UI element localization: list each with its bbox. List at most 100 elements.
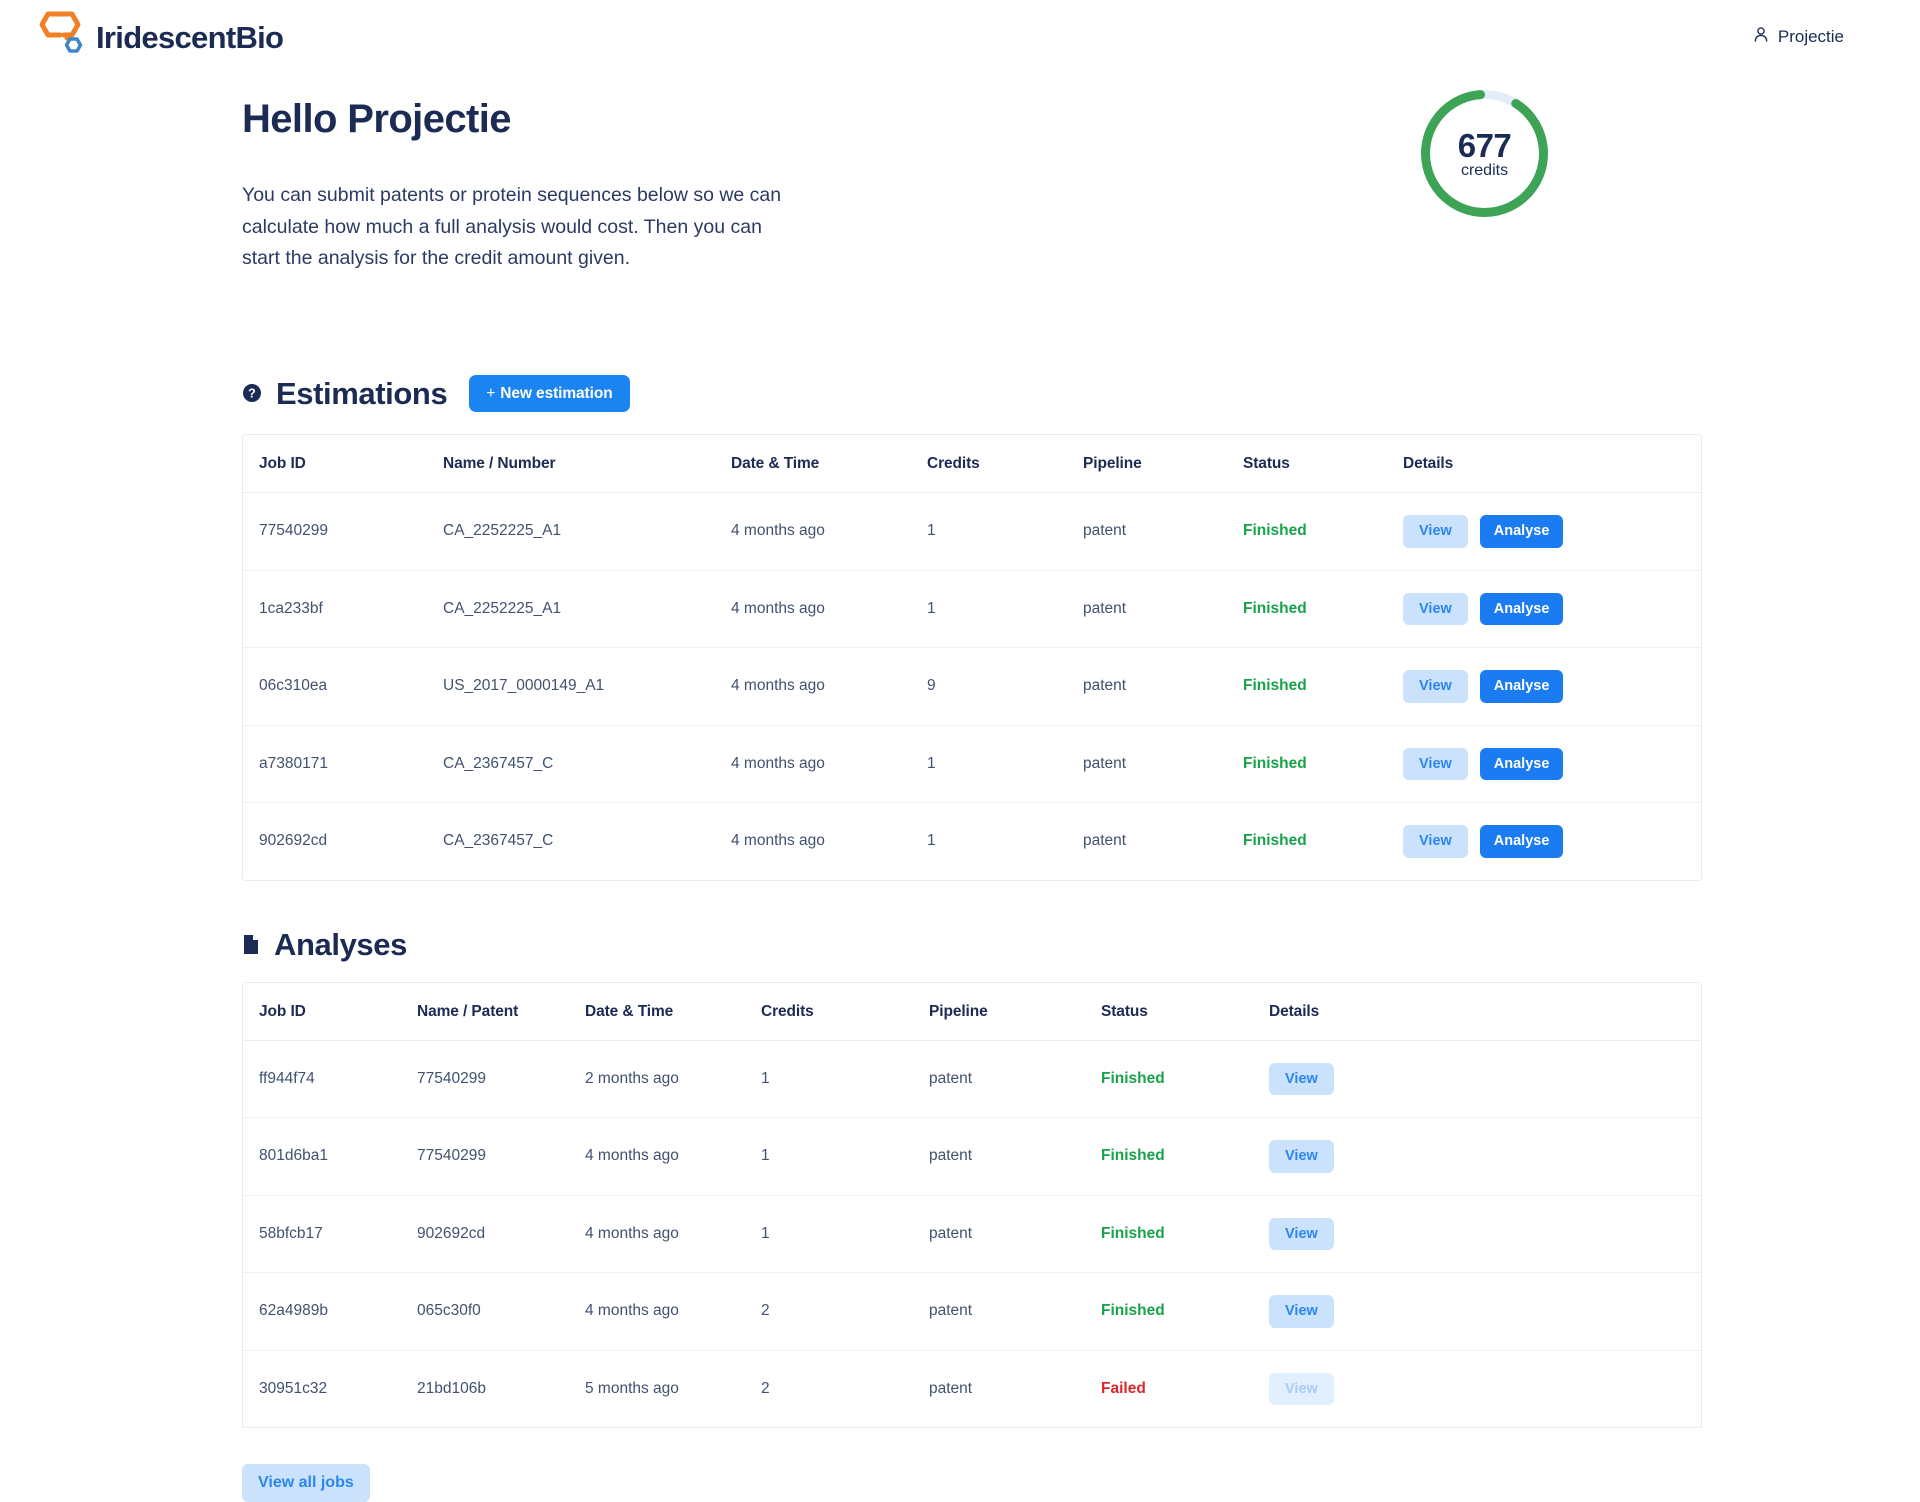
- cell-datetime: 4 months ago: [731, 832, 825, 850]
- cell-status: Finished: [1243, 570, 1403, 649]
- analyses-table-container: Job ID Name / Patent Date & Time Credits…: [242, 981, 1702, 1429]
- analyse-button[interactable]: Analyse: [1479, 592, 1564, 626]
- col-status: Status: [1101, 982, 1269, 1041]
- view-button[interactable]: View: [1403, 592, 1468, 626]
- cell-credits: 1: [927, 570, 1083, 649]
- cell-name: CA_2367457_C: [443, 832, 554, 850]
- col-credits: Credits: [927, 435, 1083, 494]
- cell-name: 065c30f0: [417, 1272, 585, 1351]
- cell-credits: 2: [761, 1379, 770, 1397]
- cell-job-id: 58bfcb17: [243, 1195, 417, 1274]
- cell-pipeline: patent: [929, 1195, 1101, 1274]
- table-row: 1ca233bf CA_2252225_A1 4 months ago 1 patent…: [243, 570, 1701, 649]
- view-button[interactable]: View: [1403, 747, 1468, 781]
- view-button[interactable]: View: [1269, 1062, 1334, 1096]
- cell-job-id: 77540299: [243, 492, 443, 571]
- view-button[interactable]: View: [1269, 1295, 1334, 1328]
- cell-credits: 1: [927, 832, 936, 850]
- table-header-row: Job ID Name / Number Date & Time Credits…: [243, 435, 1701, 494]
- cell-pipeline: patent: [929, 1272, 1101, 1351]
- col-details: Details: [1269, 982, 1701, 1041]
- cell-details: View: [1269, 1117, 1701, 1196]
- view-button[interactable]: View: [1269, 1217, 1334, 1251]
- estimations-section: ? Estimations + New estimation Job ID Nam…: [242, 374, 1920, 881]
- cell-pipeline: patent: [1083, 832, 1127, 850]
- cell-details: View: [1269, 1195, 1701, 1274]
- top-bar: IridescentBio Projectie: [0, 0, 1920, 74]
- cell-job-id: ff944f74: [243, 1040, 417, 1119]
- analyses-table-body: ff944f74 77540299 2 months ago 1 patent Finis…: [243, 1040, 1701, 1427]
- new-estimation-button[interactable]: + New estimation: [469, 374, 630, 413]
- user-menu[interactable]: Projectie: [1753, 26, 1880, 48]
- page-title: Hello Projectie: [242, 97, 511, 141]
- estimations-table-body: 77540299 CA_2252225_A1 4 months ago 1 patent…: [243, 492, 1701, 880]
- cell-credits: 2: [761, 1272, 929, 1351]
- cell-datetime: 4 months ago: [731, 647, 927, 726]
- cell-details: View: [1269, 1350, 1701, 1427]
- view-button[interactable]: View: [1403, 825, 1468, 858]
- cell-pipeline: patent: [1083, 570, 1243, 649]
- table-row: 62a4989b 065c30f0 4 months ago 2 patent Finis…: [243, 1272, 1701, 1351]
- credits-value: 677: [1457, 126, 1512, 164]
- cell-status: Finished: [1243, 647, 1403, 726]
- cell-name: 21bd106b: [417, 1379, 486, 1397]
- plus-icon: +: [486, 384, 496, 402]
- table-row: 30951c32 21bd106b 5 months ago 2 patent Faile…: [243, 1350, 1701, 1427]
- view-button: View: [1269, 1372, 1334, 1406]
- cell-details: View: [1269, 1272, 1701, 1351]
- col-name: Name / Number: [443, 435, 731, 494]
- cell-status: Finished: [1243, 492, 1403, 571]
- analyse-button[interactable]: Analyse: [1479, 747, 1564, 781]
- brand-name: IridescentBio: [96, 19, 284, 55]
- cell-status: Finished: [1101, 1272, 1269, 1351]
- table-row: 801d6ba1 77540299 4 months ago 1 patent Finis…: [243, 1117, 1701, 1196]
- credits-gauge: 677 credits: [1417, 86, 1552, 221]
- svg-text:?: ?: [248, 387, 256, 401]
- cell-name: 77540299: [417, 1040, 585, 1119]
- view-all-jobs-button[interactable]: View all jobs: [242, 1464, 370, 1502]
- table-row: a7380171 CA_2367457_C 4 months ago 1 patent F…: [243, 725, 1701, 804]
- analyse-button[interactable]: Analyse: [1479, 670, 1564, 703]
- cell-status: Finished: [1101, 1040, 1269, 1119]
- cell-credits: 1: [927, 492, 1083, 571]
- cell-details: View Analyse: [1403, 647, 1701, 726]
- cell-datetime: 4 months ago: [585, 1195, 761, 1274]
- cell-job-id: a7380171: [243, 725, 443, 804]
- cell-credits: 1: [927, 725, 1083, 804]
- cell-details: View Analyse: [1403, 803, 1701, 880]
- table-row: 77540299 CA_2252225_A1 4 months ago 1 patent…: [243, 492, 1701, 571]
- cell-details: View: [1269, 1040, 1701, 1119]
- iridescentbio-hexagon-icon: [34, 9, 90, 66]
- view-button[interactable]: View: [1403, 670, 1468, 703]
- cell-pipeline: patent: [929, 1040, 1101, 1119]
- cell-name: US_2017_0000149_A1: [443, 647, 731, 726]
- question-circle-icon: ?: [242, 383, 262, 403]
- table-row: 58bfcb17 902692cd 4 months ago 1 patent Finis…: [243, 1195, 1701, 1274]
- col-name: Name / Patent: [417, 982, 585, 1041]
- cell-job-id: 1ca233bf: [243, 570, 443, 649]
- cell-datetime: 4 months ago: [585, 1272, 761, 1351]
- table-row: 902692cd CA_2367457_C 4 months ago 1 patent F…: [243, 803, 1701, 880]
- cell-pipeline: patent: [929, 1379, 973, 1397]
- col-datetime: Date & Time: [731, 435, 927, 494]
- brand-logo[interactable]: IridescentBio: [34, 9, 284, 66]
- analyse-button[interactable]: Analyse: [1479, 515, 1564, 548]
- document-icon: [242, 934, 260, 955]
- new-estimation-label: New estimation: [500, 384, 613, 402]
- user-menu-label: Projectie: [1777, 27, 1844, 46]
- cell-credits: 1: [761, 1117, 929, 1196]
- col-credits: Credits: [761, 982, 929, 1041]
- analyse-button[interactable]: Analyse: [1479, 825, 1564, 858]
- table-row: ff944f74 77540299 2 months ago 1 patent Finis…: [243, 1040, 1701, 1119]
- view-button[interactable]: View: [1403, 515, 1468, 548]
- col-job-id: Job ID: [243, 982, 417, 1041]
- table-header-row: Job ID Name / Patent Date & Time Credits…: [243, 982, 1701, 1041]
- cell-status: Finished: [1243, 832, 1307, 850]
- view-button[interactable]: View: [1269, 1140, 1334, 1173]
- cell-status: Finished: [1243, 725, 1403, 804]
- cell-job-id: 801d6ba1: [243, 1117, 417, 1196]
- analyses-table-head: Job ID Name / Patent Date & Time Credits…: [243, 982, 1701, 1041]
- estimations-table-head: Job ID Name / Number Date & Time Credits…: [243, 435, 1701, 494]
- cell-details: View Analyse: [1403, 492, 1701, 571]
- hero-description: You can submit patents or protein sequen…: [242, 184, 782, 270]
